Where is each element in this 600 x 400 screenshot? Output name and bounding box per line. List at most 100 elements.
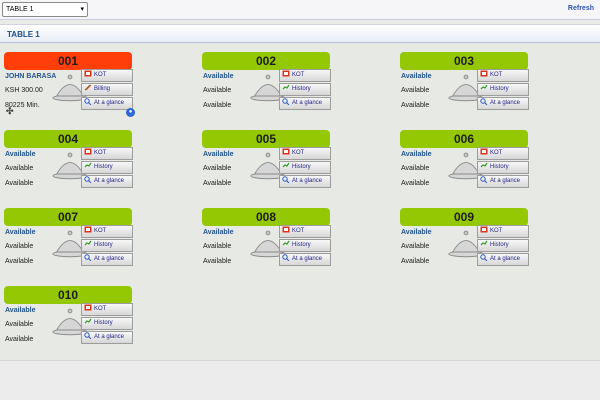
table-card: 006 Available Available Available KOT Hi… [400, 130, 530, 200]
history-label: History [490, 242, 509, 248]
bottom-area [0, 360, 600, 400]
status-line: Available [401, 87, 430, 94]
kot-label: KOT [292, 228, 305, 234]
table-card: 009 Available Available Available KOT Hi… [400, 208, 530, 278]
at-a-glance-button[interactable]: At a glance [81, 175, 133, 188]
info-icon[interactable]: ● [126, 108, 135, 117]
status-line: Available [5, 258, 34, 265]
chevron-down-icon: ▾ [80, 6, 84, 13]
status-line: Available [203, 102, 232, 109]
at-a-glance-button[interactable]: At a glance [477, 97, 529, 110]
history-icon [480, 240, 488, 247]
history-button[interactable]: History [279, 239, 331, 252]
history-button[interactable]: History [477, 161, 529, 174]
kot-button[interactable]: KOT [477, 225, 529, 238]
table-card: 001 JOHN BARASA KSH 300.00 80225 Min. KO… [4, 52, 135, 122]
status-line: Available [401, 151, 432, 158]
at-a-glance-button[interactable]: At a glance [81, 97, 133, 110]
history-icon [84, 318, 92, 325]
table-number: 001 [4, 52, 132, 70]
kot-button[interactable]: KOT [279, 225, 331, 238]
at-a-glance-button[interactable]: At a glance [81, 253, 133, 266]
kot-label: KOT [94, 72, 107, 78]
magnifier-icon [84, 98, 92, 106]
kot-label: KOT [94, 228, 107, 234]
history-label: History [292, 164, 311, 170]
kot-label: KOT [490, 228, 503, 234]
table-card: 002 Available Available Available KOT Hi… [202, 52, 332, 122]
history-label: History [292, 86, 311, 92]
history-icon [84, 162, 92, 169]
table-number: 009 [400, 208, 528, 226]
table-number: 008 [202, 208, 330, 226]
magnifier-icon [282, 98, 290, 106]
status-line: Available [401, 258, 430, 265]
magnifier-icon [282, 176, 290, 184]
kot-button[interactable]: KOT [81, 303, 133, 316]
history-icon [282, 162, 290, 169]
at-a-glance-button[interactable]: At a glance [279, 97, 331, 110]
status-line: Available [203, 258, 232, 265]
magnifier-icon [84, 254, 92, 262]
history-button[interactable]: History [279, 83, 331, 96]
status-line: Available [203, 180, 232, 187]
history-button[interactable]: History [81, 317, 133, 330]
kot-button[interactable]: KOT [477, 147, 529, 160]
history-icon [282, 240, 290, 247]
history-button[interactable]: History [477, 83, 529, 96]
status-line: Available [203, 243, 232, 250]
magnifier-icon [480, 254, 488, 262]
status-line: Available [401, 73, 432, 80]
at-a-glance-button[interactable]: At a glance [477, 175, 529, 188]
move-icon[interactable]: ✣ [6, 106, 14, 117]
kot-icon [480, 148, 488, 155]
history-label: History [292, 242, 311, 248]
kot-button[interactable]: KOT [279, 147, 331, 160]
billing-icon [84, 84, 92, 91]
table-card: 003 Available Available Available KOT Hi… [400, 52, 530, 122]
status-line: Available [5, 336, 34, 343]
kot-icon [282, 70, 290, 77]
kot-icon [480, 70, 488, 77]
at-a-glance-label: At a glance [490, 256, 521, 262]
status-line: Available [5, 229, 36, 236]
kot-button[interactable]: KOT [279, 69, 331, 82]
kot-button[interactable]: KOT [81, 225, 133, 238]
magnifier-icon [282, 254, 290, 262]
status-line: Available [203, 73, 234, 80]
kot-icon [480, 226, 488, 233]
history-button[interactable]: History [81, 161, 133, 174]
at-a-glance-label: At a glance [292, 256, 323, 262]
history-icon [480, 162, 488, 169]
history-button[interactable]: History [477, 239, 529, 252]
at-a-glance-button[interactable]: At a glance [279, 253, 331, 266]
refresh-link[interactable]: Refresh [568, 5, 594, 12]
kot-button[interactable]: KOT [81, 69, 133, 82]
billing-label: Billing [94, 86, 111, 92]
history-button[interactable]: History [81, 239, 133, 252]
kot-label: KOT [292, 72, 305, 78]
at-a-glance-label: At a glance [292, 100, 323, 106]
history-button[interactable]: History [279, 161, 331, 174]
kot-icon [84, 226, 92, 233]
kot-icon [84, 70, 92, 77]
history-label: History [94, 242, 113, 248]
at-a-glance-button[interactable]: At a glance [279, 175, 331, 188]
kot-label: KOT [490, 150, 503, 156]
at-a-glance-button[interactable]: At a glance [477, 253, 529, 266]
billing-button[interactable]: Billing [81, 83, 133, 96]
history-label: History [490, 164, 509, 170]
panel-header: TABLE 1 [0, 25, 600, 43]
table-number: 006 [400, 130, 528, 148]
status-line: Available [401, 180, 430, 187]
history-icon [84, 240, 92, 247]
status-line: Available [5, 151, 36, 158]
at-a-glance-button[interactable]: At a glance [81, 331, 133, 344]
at-a-glance-label: At a glance [94, 178, 125, 184]
at-a-glance-label: At a glance [94, 100, 125, 106]
kot-button[interactable]: KOT [477, 69, 529, 82]
kot-button[interactable]: KOT [81, 147, 133, 160]
status-line: Available [5, 321, 34, 328]
table-select[interactable]: TABLE 1 ▾ [2, 2, 88, 17]
magnifier-icon [84, 176, 92, 184]
